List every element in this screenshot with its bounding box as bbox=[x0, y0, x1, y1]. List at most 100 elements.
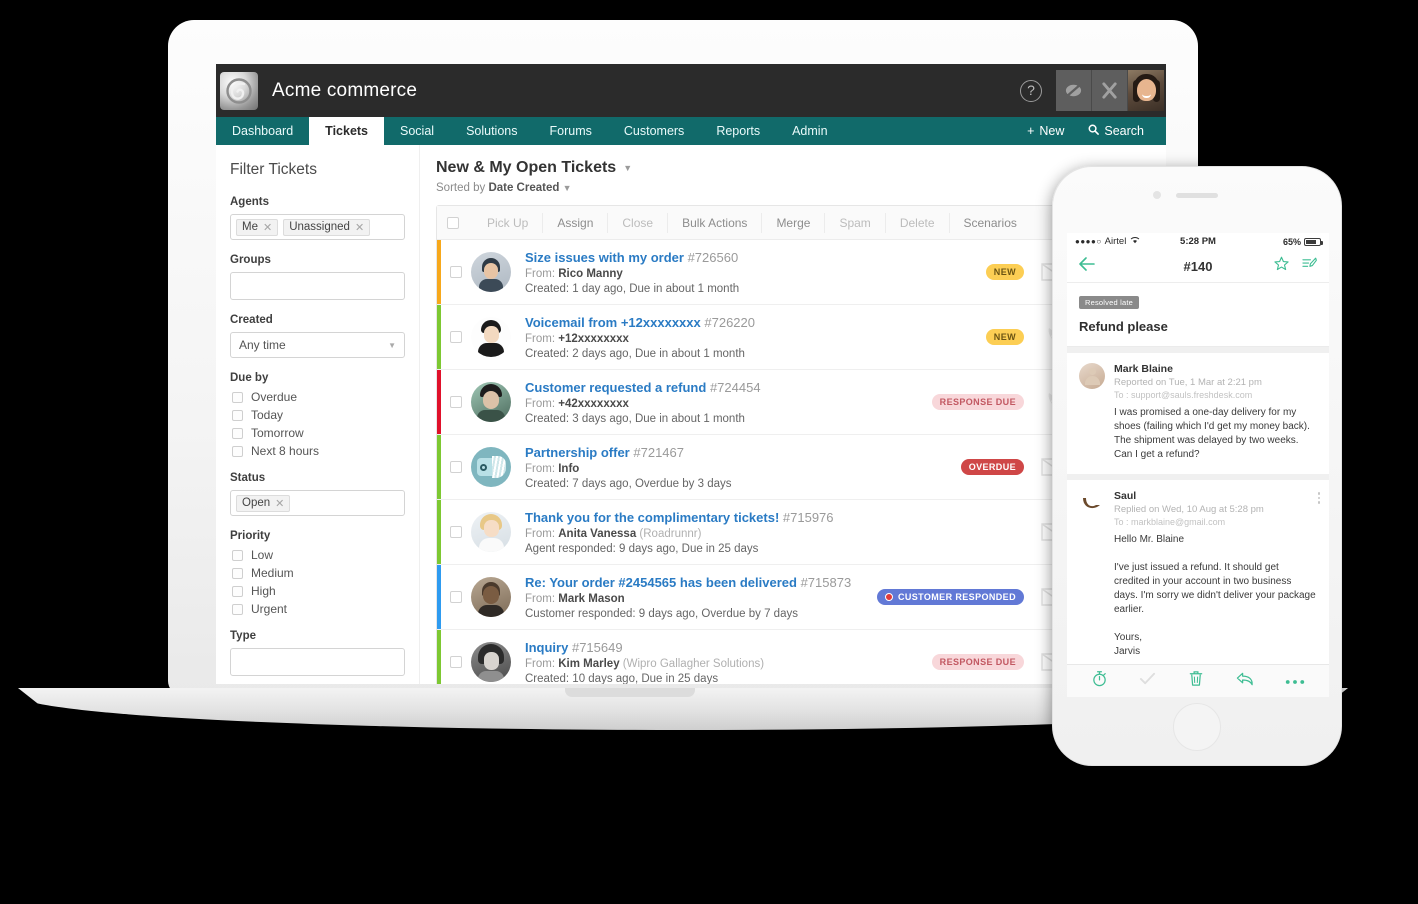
nav-item-dashboard[interactable]: Dashboard bbox=[216, 117, 309, 145]
checkbox-overdue[interactable]: Overdue bbox=[232, 390, 405, 404]
ticket-subject[interactable]: Inquiry #715649 bbox=[525, 640, 924, 655]
checkbox-medium[interactable]: Medium bbox=[232, 566, 405, 580]
ticket-subject[interactable]: Thank you for the complimentary tickets!… bbox=[525, 510, 1016, 525]
nav-item-customers[interactable]: Customers bbox=[608, 117, 700, 145]
question-circle-icon[interactable]: ? bbox=[1020, 79, 1042, 102]
select-all-checkbox[interactable] bbox=[447, 216, 459, 229]
scissors-icon[interactable] bbox=[1092, 70, 1128, 111]
checkbox-icon[interactable] bbox=[232, 567, 243, 579]
ticket-subject[interactable]: Partnership offer #721467 bbox=[525, 445, 953, 460]
spam-button[interactable]: Spam bbox=[825, 212, 886, 233]
page-title[interactable]: New & My Open Tickets ▼ bbox=[436, 159, 632, 177]
checkbox-icon[interactable] bbox=[450, 266, 462, 278]
pick-up-button[interactable]: Pick Up bbox=[473, 212, 544, 233]
row-checkbox[interactable] bbox=[441, 500, 471, 564]
row-checkbox[interactable] bbox=[441, 630, 471, 684]
checkbox-icon[interactable] bbox=[232, 603, 243, 615]
checkbox-low[interactable]: Low bbox=[232, 548, 405, 562]
ticket-subject[interactable]: Customer requested a refund #724454 bbox=[525, 380, 924, 395]
checkbox-icon[interactable] bbox=[450, 331, 462, 343]
nav-item-admin[interactable]: Admin bbox=[776, 117, 843, 145]
checkbox-icon[interactable] bbox=[232, 549, 243, 561]
status-input[interactable]: Open ✕ bbox=[230, 490, 405, 516]
checkbox-icon[interactable] bbox=[450, 396, 462, 408]
filter-group-created: Created Any time ▼ bbox=[230, 314, 405, 358]
chip-unassigned[interactable]: Unassigned ✕ bbox=[283, 218, 371, 236]
table-row[interactable]: Voicemail from +12xxxxxxxx #726220 From:… bbox=[437, 305, 1151, 370]
avatar[interactable] bbox=[1128, 70, 1164, 111]
reply-icon[interactable] bbox=[1236, 671, 1254, 692]
table-row[interactable]: Partnership offer #721467 From: Info Cre… bbox=[437, 435, 1151, 500]
nav-item-forums[interactable]: Forums bbox=[534, 117, 608, 145]
more-icon[interactable] bbox=[1285, 672, 1305, 690]
delete-button[interactable]: Delete bbox=[886, 212, 950, 233]
ticket-subject[interactable]: Size issues with my order #726560 bbox=[525, 250, 978, 265]
agents-input[interactable]: Me ✕ Unassigned ✕ bbox=[230, 214, 405, 240]
close-icon[interactable]: ✕ bbox=[275, 497, 284, 510]
list-item[interactable]: Saul Replied on Wed, 10 Aug at 5:28 pm T… bbox=[1067, 480, 1329, 665]
table-row[interactable]: Inquiry #715649 From: Kim Marley (Wipro … bbox=[437, 630, 1151, 684]
table-row[interactable]: Customer requested a refund #724454 From… bbox=[437, 370, 1151, 435]
new-button[interactable]: + New bbox=[1015, 124, 1076, 138]
checkbox-icon[interactable] bbox=[450, 526, 462, 538]
eye-slash-icon[interactable] bbox=[1056, 70, 1092, 111]
checkbox-icon[interactable] bbox=[232, 391, 243, 403]
close-button[interactable]: Close bbox=[608, 212, 669, 233]
bulk-actions-button[interactable]: Bulk Actions bbox=[668, 212, 763, 233]
checkbox-icon[interactable] bbox=[450, 656, 462, 668]
trash-icon[interactable] bbox=[1188, 670, 1204, 692]
nav-item-social[interactable]: Social bbox=[384, 117, 450, 145]
assign-button[interactable]: Assign bbox=[543, 212, 609, 233]
phone-ticket-header: Resolved late Refund please bbox=[1067, 283, 1329, 347]
close-icon[interactable]: ✕ bbox=[355, 221, 364, 234]
close-icon[interactable]: ✕ bbox=[263, 221, 272, 234]
checkbox-high[interactable]: High bbox=[232, 584, 405, 598]
timer-icon[interactable] bbox=[1091, 670, 1108, 692]
search-button[interactable]: Search bbox=[1076, 124, 1156, 138]
check-icon[interactable] bbox=[1139, 670, 1156, 692]
checkbox-next8hours[interactable]: Next 8 hours bbox=[232, 444, 405, 458]
chip-me[interactable]: Me ✕ bbox=[236, 218, 279, 236]
table-row[interactable]: Thank you for the complimentary tickets!… bbox=[437, 500, 1151, 565]
created-select[interactable]: Any time ▼ bbox=[230, 332, 405, 358]
star-icon[interactable] bbox=[1274, 256, 1289, 276]
checkbox-icon[interactable] bbox=[450, 591, 462, 603]
nav-item-reports[interactable]: Reports bbox=[700, 117, 776, 145]
ticket-subject[interactable]: Re: Your order #2454565 has been deliver… bbox=[525, 575, 869, 590]
checkbox-tomorrow[interactable]: Tomorrow bbox=[232, 426, 405, 440]
chevron-down-icon[interactable]: ▼ bbox=[623, 163, 632, 173]
checkbox-icon[interactable] bbox=[232, 585, 243, 597]
chevron-down-icon[interactable]: ▼ bbox=[563, 183, 572, 193]
row-checkbox[interactable] bbox=[441, 305, 471, 369]
phone-conversation-list[interactable]: Mark Blaine Reported on Tue, 1 Mar at 2:… bbox=[1067, 347, 1329, 665]
more-icon[interactable] bbox=[1317, 492, 1320, 504]
row-checkbox[interactable] bbox=[441, 370, 471, 434]
groups-input[interactable] bbox=[230, 272, 405, 300]
checkbox-icon[interactable] bbox=[450, 461, 462, 473]
compose-icon[interactable] bbox=[1302, 256, 1317, 276]
checkbox-icon[interactable] bbox=[232, 427, 243, 439]
list-item[interactable]: Mark Blaine Reported on Tue, 1 Mar at 2:… bbox=[1067, 353, 1329, 474]
chip-open[interactable]: Open ✕ bbox=[236, 494, 291, 512]
scenarios-button[interactable]: Scenarios bbox=[950, 213, 1031, 233]
home-button[interactable] bbox=[1173, 703, 1221, 751]
nav-item-solutions[interactable]: Solutions bbox=[450, 117, 533, 145]
table-row[interactable]: Re: Your order #2454565 has been deliver… bbox=[437, 565, 1151, 630]
merge-button[interactable]: Merge bbox=[762, 212, 826, 233]
nav-label: Reports bbox=[716, 124, 761, 138]
from-name: +42xxxxxxxx bbox=[558, 398, 629, 410]
checkbox-icon[interactable] bbox=[232, 409, 243, 421]
checkbox-today[interactable]: Today bbox=[232, 408, 405, 422]
row-checkbox[interactable] bbox=[441, 435, 471, 499]
row-checkbox[interactable] bbox=[441, 240, 471, 304]
nav-item-tickets[interactable]: Tickets bbox=[309, 117, 385, 145]
row-checkbox[interactable] bbox=[441, 565, 471, 629]
sort-control[interactable]: Sorted by Date Created ▼ bbox=[436, 182, 632, 194]
ticket-subject[interactable]: Voicemail from +12xxxxxxxx #726220 bbox=[525, 315, 978, 330]
status-badge: NEW bbox=[985, 329, 1024, 345]
type-input[interactable] bbox=[230, 648, 405, 676]
back-arrow-icon[interactable] bbox=[1079, 256, 1095, 276]
checkbox-icon[interactable] bbox=[232, 445, 243, 457]
checkbox-urgent[interactable]: Urgent bbox=[232, 602, 405, 616]
table-row[interactable]: Size issues with my order #726560 From: … bbox=[437, 240, 1151, 305]
